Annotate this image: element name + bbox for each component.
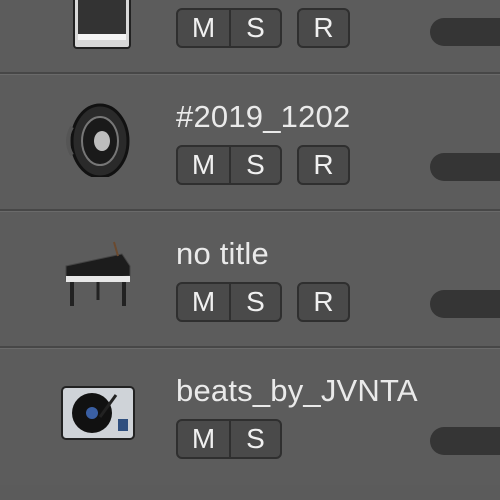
solo-button[interactable]: S [229,10,280,46]
track-name[interactable]: no title [176,236,269,272]
volume-slider[interactable] [430,153,500,181]
mute-solo-group: M S [176,419,282,459]
record-button[interactable]: R [297,282,350,322]
volume-slider[interactable] [430,18,500,46]
piano-icon [54,236,144,316]
mute-solo-group: M S [176,8,282,48]
track-row[interactable]: no title M S R [0,212,500,348]
solo-button[interactable]: S [229,421,280,457]
mute-solo-group: M S [176,145,282,185]
volume-slider[interactable] [430,290,500,318]
mute-button[interactable]: M [178,421,229,457]
solo-button[interactable]: S [229,284,280,320]
mute-button[interactable]: M [178,10,229,46]
speaker-icon [54,97,144,179]
record-button[interactable]: R [297,8,350,48]
track-name[interactable]: beats_by_JVNTA [176,373,418,409]
volume-slider[interactable] [430,427,500,455]
turntable-icon [54,373,144,453]
track-row[interactable]: #2019_1202 M S R [0,75,500,211]
track-name[interactable]: #2019_1202 [176,99,350,135]
track-row[interactable]: M S R [0,0,500,72]
record-button[interactable]: R [297,145,350,185]
instrument-icon [54,0,144,56]
mute-solo-group: M S [176,282,282,322]
mute-button[interactable]: M [178,284,229,320]
mute-button[interactable]: M [178,147,229,183]
track-row[interactable]: beats_by_JVNTA M S [0,349,500,485]
solo-button[interactable]: S [229,147,280,183]
